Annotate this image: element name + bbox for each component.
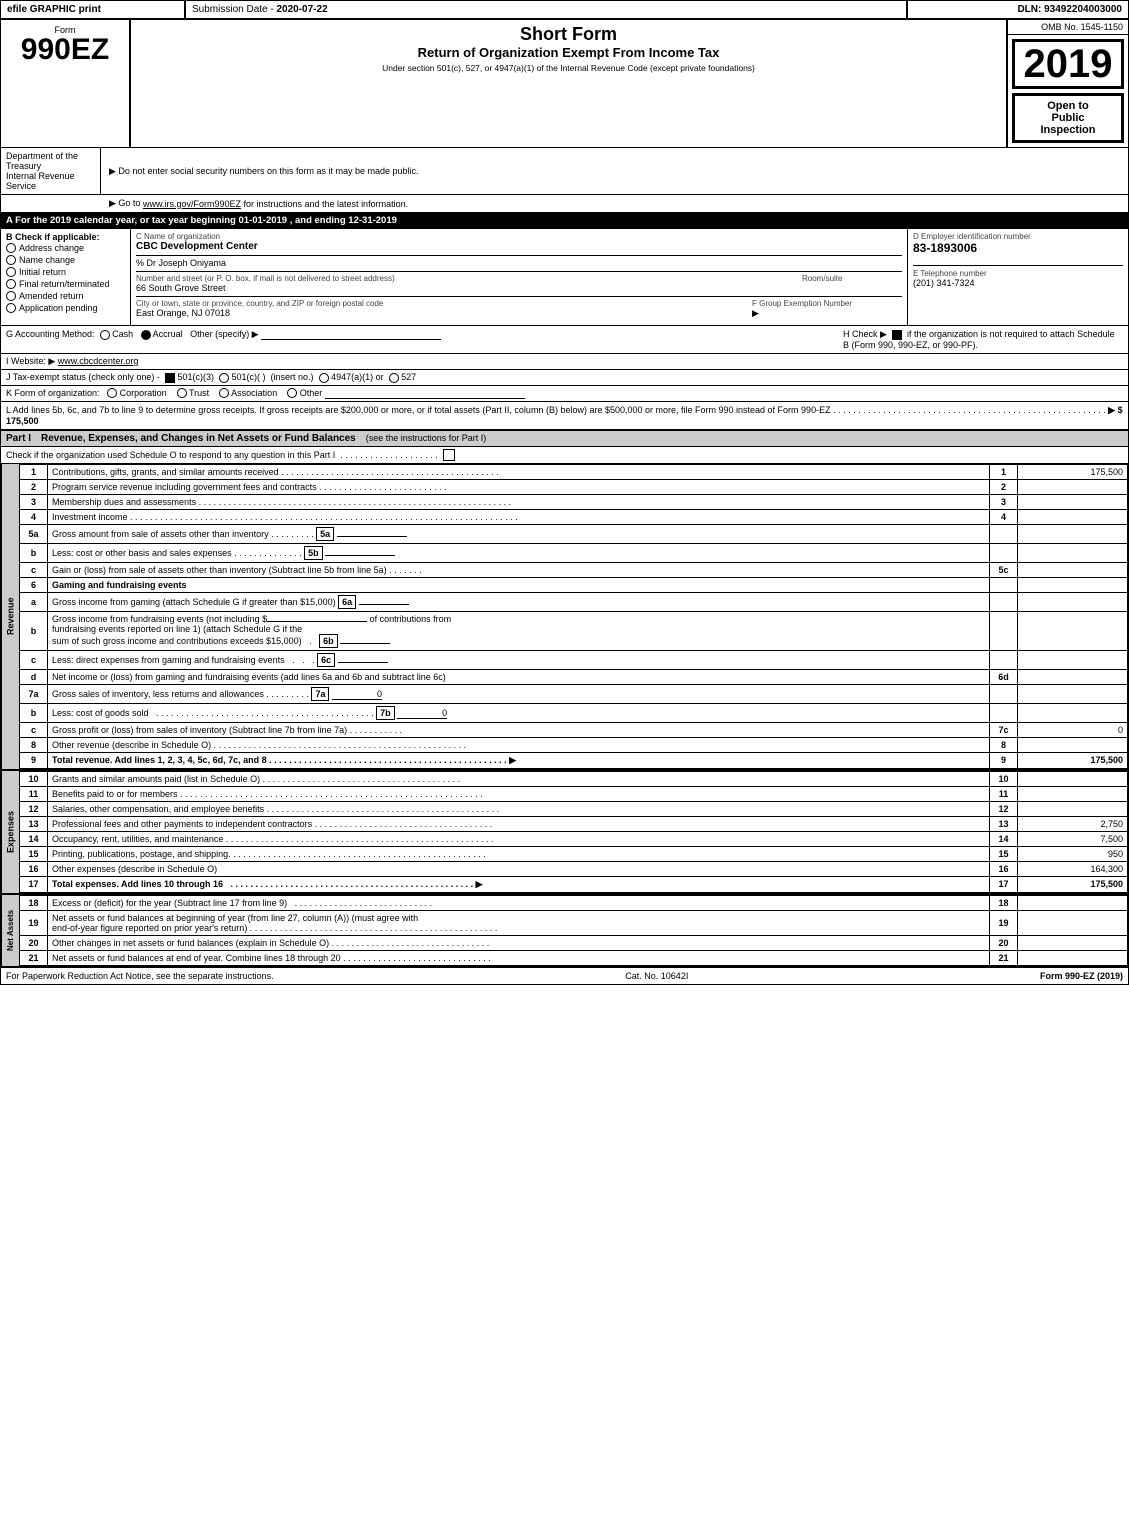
table-row: 6 Gaming and fundraising events <box>20 577 1128 592</box>
check-address-change: Address change <box>6 242 125 254</box>
irs-link: www.irs.gov/Form990EZ <box>143 199 241 209</box>
k-section: K Form of organization: Corporation Trus… <box>1 386 1128 402</box>
table-row: 16 Other expenses (describe in Schedule … <box>20 861 1128 876</box>
table-row: 10 Grants and similar amounts paid (list… <box>20 771 1128 786</box>
table-row: 21 Net assets or fund balances at end of… <box>20 950 1128 965</box>
table-row: 3 Membership dues and assessments . . . … <box>20 494 1128 509</box>
l-section: L Add lines 5b, 6c, and 7b to line 9 to … <box>1 402 1128 431</box>
net-assets-side-label: Net Assets <box>1 895 19 966</box>
notice-row-1: ▶ Do not enter social security numbers o… <box>101 148 1128 194</box>
revenue-side-label: Revenue <box>1 464 19 769</box>
check-application-pending: Application pending <box>6 302 125 314</box>
website-section: I Website: ▶ www.cbcdcenter.org <box>1 354 1128 370</box>
table-row: 4 Investment income . . . . . . . . . . … <box>20 509 1128 524</box>
tax-status: J Tax-exempt status (check only one) - 5… <box>1 370 1128 386</box>
h-check: H Check ▶ if the organization is not req… <box>843 329 1123 350</box>
table-row: 1 Contributions, gifts, grants, and simi… <box>20 464 1128 479</box>
table-row: b Less: cost or other basis and sales ex… <box>20 543 1128 562</box>
check-initial-return: Initial return <box>6 266 125 278</box>
table-row: c Gain or (loss) from sale of assets oth… <box>20 562 1128 577</box>
website-link: www.cbcdcenter.org <box>58 356 139 366</box>
table-row: b Less: cost of goods sold . . . . . . .… <box>20 703 1128 722</box>
year-col: OMB No. 1545-1150 2019 Open to Public In… <box>1008 20 1128 147</box>
submission-date: Submission Date - 2020-07-22 <box>186 1 908 18</box>
table-row: 17 Total expenses. Add lines 10 through … <box>20 876 1128 892</box>
section-b: B Check if applicable: Address change Na… <box>1 229 131 325</box>
table-row: 13 Professional fees and other payments … <box>20 816 1128 831</box>
part1-header: Part I Revenue, Expenses, and Changes in… <box>1 431 1128 447</box>
table-row: 5a Gross amount from sale of assets othe… <box>20 524 1128 543</box>
table-row: 2 Program service revenue including gove… <box>20 479 1128 494</box>
expenses-side-label: Expenses <box>1 771 19 893</box>
dept-treasury: Department of the Treasury Internal Reve… <box>1 148 101 194</box>
table-row: 20 Other changes in net assets or fund b… <box>20 935 1128 950</box>
table-row: 8 Other revenue (describe in Schedule O)… <box>20 737 1128 752</box>
employer-info: D Employer identification number 83-1893… <box>908 229 1128 325</box>
table-row: 12 Salaries, other compensation, and emp… <box>20 801 1128 816</box>
check-amended-return: Amended return <box>6 290 125 302</box>
open-to-public-box: Open to Public Inspection <box>1012 93 1124 143</box>
footer: For Paperwork Reduction Act Notice, see … <box>1 966 1128 984</box>
table-row: c Gross profit or (loss) from sales of i… <box>20 722 1128 737</box>
org-info: C Name of organization CBC Development C… <box>131 229 908 325</box>
table-row: a Gross income from gaming (attach Sched… <box>20 592 1128 611</box>
schedule-o-check: Check if the organization used Schedule … <box>1 447 1128 464</box>
table-row: 7a Gross sales of inventory, less return… <box>20 684 1128 703</box>
table-row: 14 Occupancy, rent, utilities, and maint… <box>20 831 1128 846</box>
table-row: c Less: direct expenses from gaming and … <box>20 650 1128 669</box>
table-row: 15 Printing, publications, postage, and … <box>20 846 1128 861</box>
section-a: A For the 2019 calendar year, or tax yea… <box>1 213 1128 229</box>
page: efile GRAPHIC print Submission Date - 20… <box>0 0 1129 985</box>
accounting-method: G Accounting Method: Cash Accrual Other … <box>6 329 823 350</box>
efile-label: efile GRAPHIC print <box>1 1 186 18</box>
table-row: 11 Benefits paid to or for members . . .… <box>20 786 1128 801</box>
table-row: d Net income or (loss) from gaming and f… <box>20 669 1128 684</box>
table-row: b Gross income from fundraising events (… <box>20 611 1128 650</box>
table-row: 19 Net assets or fund balances at beginn… <box>20 910 1128 935</box>
omb-number: OMB No. 1545-1150 <box>1008 20 1128 35</box>
form-title-col: Short Form Return of Organization Exempt… <box>131 20 1008 147</box>
table-row: 18 Excess or (deficit) for the year (Sub… <box>20 895 1128 910</box>
dln: DLN: 93492204003000 <box>908 1 1128 18</box>
year-box: 2019 <box>1012 39 1124 89</box>
check-name-change: Name change <box>6 254 125 266</box>
table-row: 9 Total revenue. Add lines 1, 2, 3, 4, 5… <box>20 752 1128 768</box>
check-final-return: Final return/terminated <box>6 278 125 290</box>
form-number-col: Form 990EZ <box>1 20 131 147</box>
